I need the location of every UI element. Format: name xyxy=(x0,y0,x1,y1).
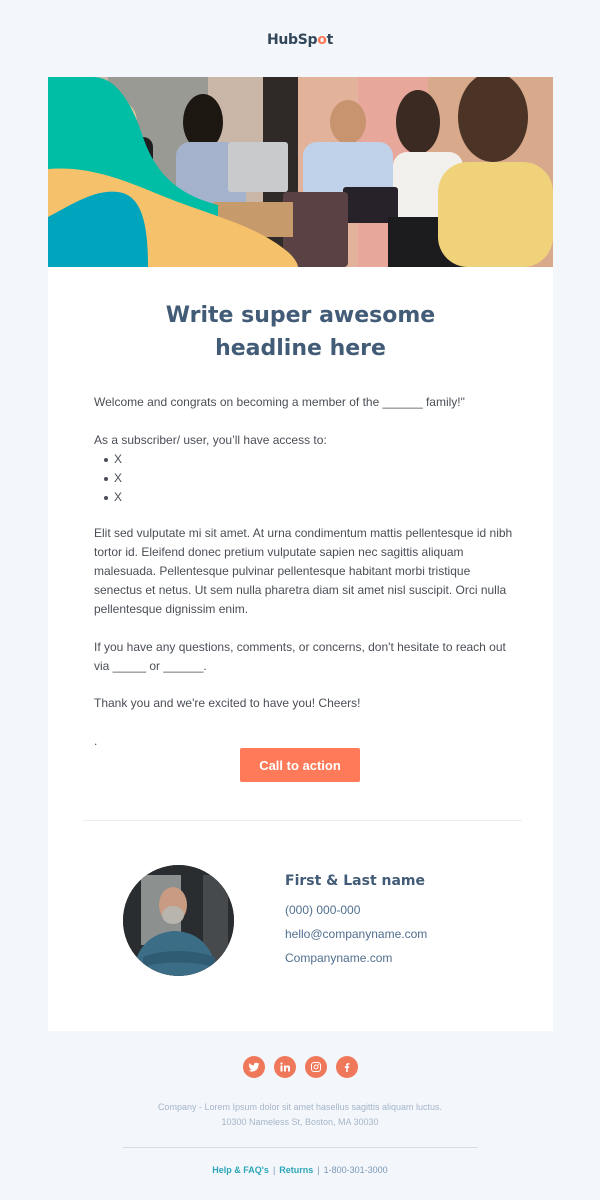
lorem-paragraph: Elit sed vulputate mi sit amet. At urna … xyxy=(94,526,513,616)
email-card: Write super awesome headline here Welcom… xyxy=(48,77,553,1031)
returns-link[interactable]: Returns xyxy=(279,1165,313,1175)
footer-links: Help & FAQ's | Returns | 1-800-301-3000 xyxy=(0,1165,600,1175)
instagram-icon[interactable] xyxy=(304,1056,327,1078)
help-faq-link[interactable]: Help & FAQ's xyxy=(212,1165,269,1175)
access-list-item: X xyxy=(102,488,122,507)
footer-separator: | xyxy=(317,1165,320,1175)
signature-website[interactable]: Companyname.com xyxy=(285,951,392,965)
social-links xyxy=(0,1056,600,1078)
call-to-action-button[interactable]: Call to action xyxy=(240,748,360,782)
access-list-item: X xyxy=(102,469,122,488)
signature-name: First & Last name xyxy=(285,873,426,889)
access-list-item: X xyxy=(102,450,122,469)
thanks-paragraph: Thank you and we're excited to have you!… xyxy=(94,696,361,710)
footer-phone[interactable]: 1-800-301-3000 xyxy=(324,1165,388,1175)
avatar-photo xyxy=(123,865,234,976)
questions-paragraph: If you have any questions, comments, or … xyxy=(94,640,506,673)
hubspot-logo[interactable]: HubSpot xyxy=(0,32,600,48)
logo-text-c: t xyxy=(326,32,334,48)
footer-address-block: Company - Lorem Ipsum dolor sit amet has… xyxy=(0,1100,600,1130)
logo-sprocket: o xyxy=(317,32,327,48)
headline-line-2: headline here xyxy=(215,336,386,361)
access-intro: As a subscriber/ user, you’ll have acces… xyxy=(94,433,327,447)
divider xyxy=(83,820,522,821)
signature-email[interactable]: hello@companyname.com xyxy=(285,927,427,941)
footer-divider xyxy=(123,1147,478,1148)
welcome-text: Welcome and congrats on becoming a membe… xyxy=(94,395,465,409)
signature-phone[interactable]: (000) 000-000 xyxy=(285,903,360,917)
hero-image xyxy=(48,77,553,267)
footer-company-line: Company - Lorem Ipsum dolor sit amet has… xyxy=(157,1102,443,1112)
headline: Write super awesome headline here xyxy=(48,299,553,365)
linkedin-icon[interactable] xyxy=(273,1056,296,1078)
logo-text-a: HubSp xyxy=(266,32,318,48)
hero-photo-illustration xyxy=(48,77,553,267)
facebook-icon[interactable] xyxy=(335,1056,358,1078)
twitter-icon[interactable] xyxy=(242,1056,265,1078)
headline-line-1: Write super awesome xyxy=(165,303,436,328)
footer-address: 10300 Nameless St, Boston, MA 30030 xyxy=(221,1117,379,1127)
access-list: X X X xyxy=(102,450,122,507)
footer-separator: | xyxy=(272,1165,276,1175)
avatar xyxy=(123,865,234,976)
